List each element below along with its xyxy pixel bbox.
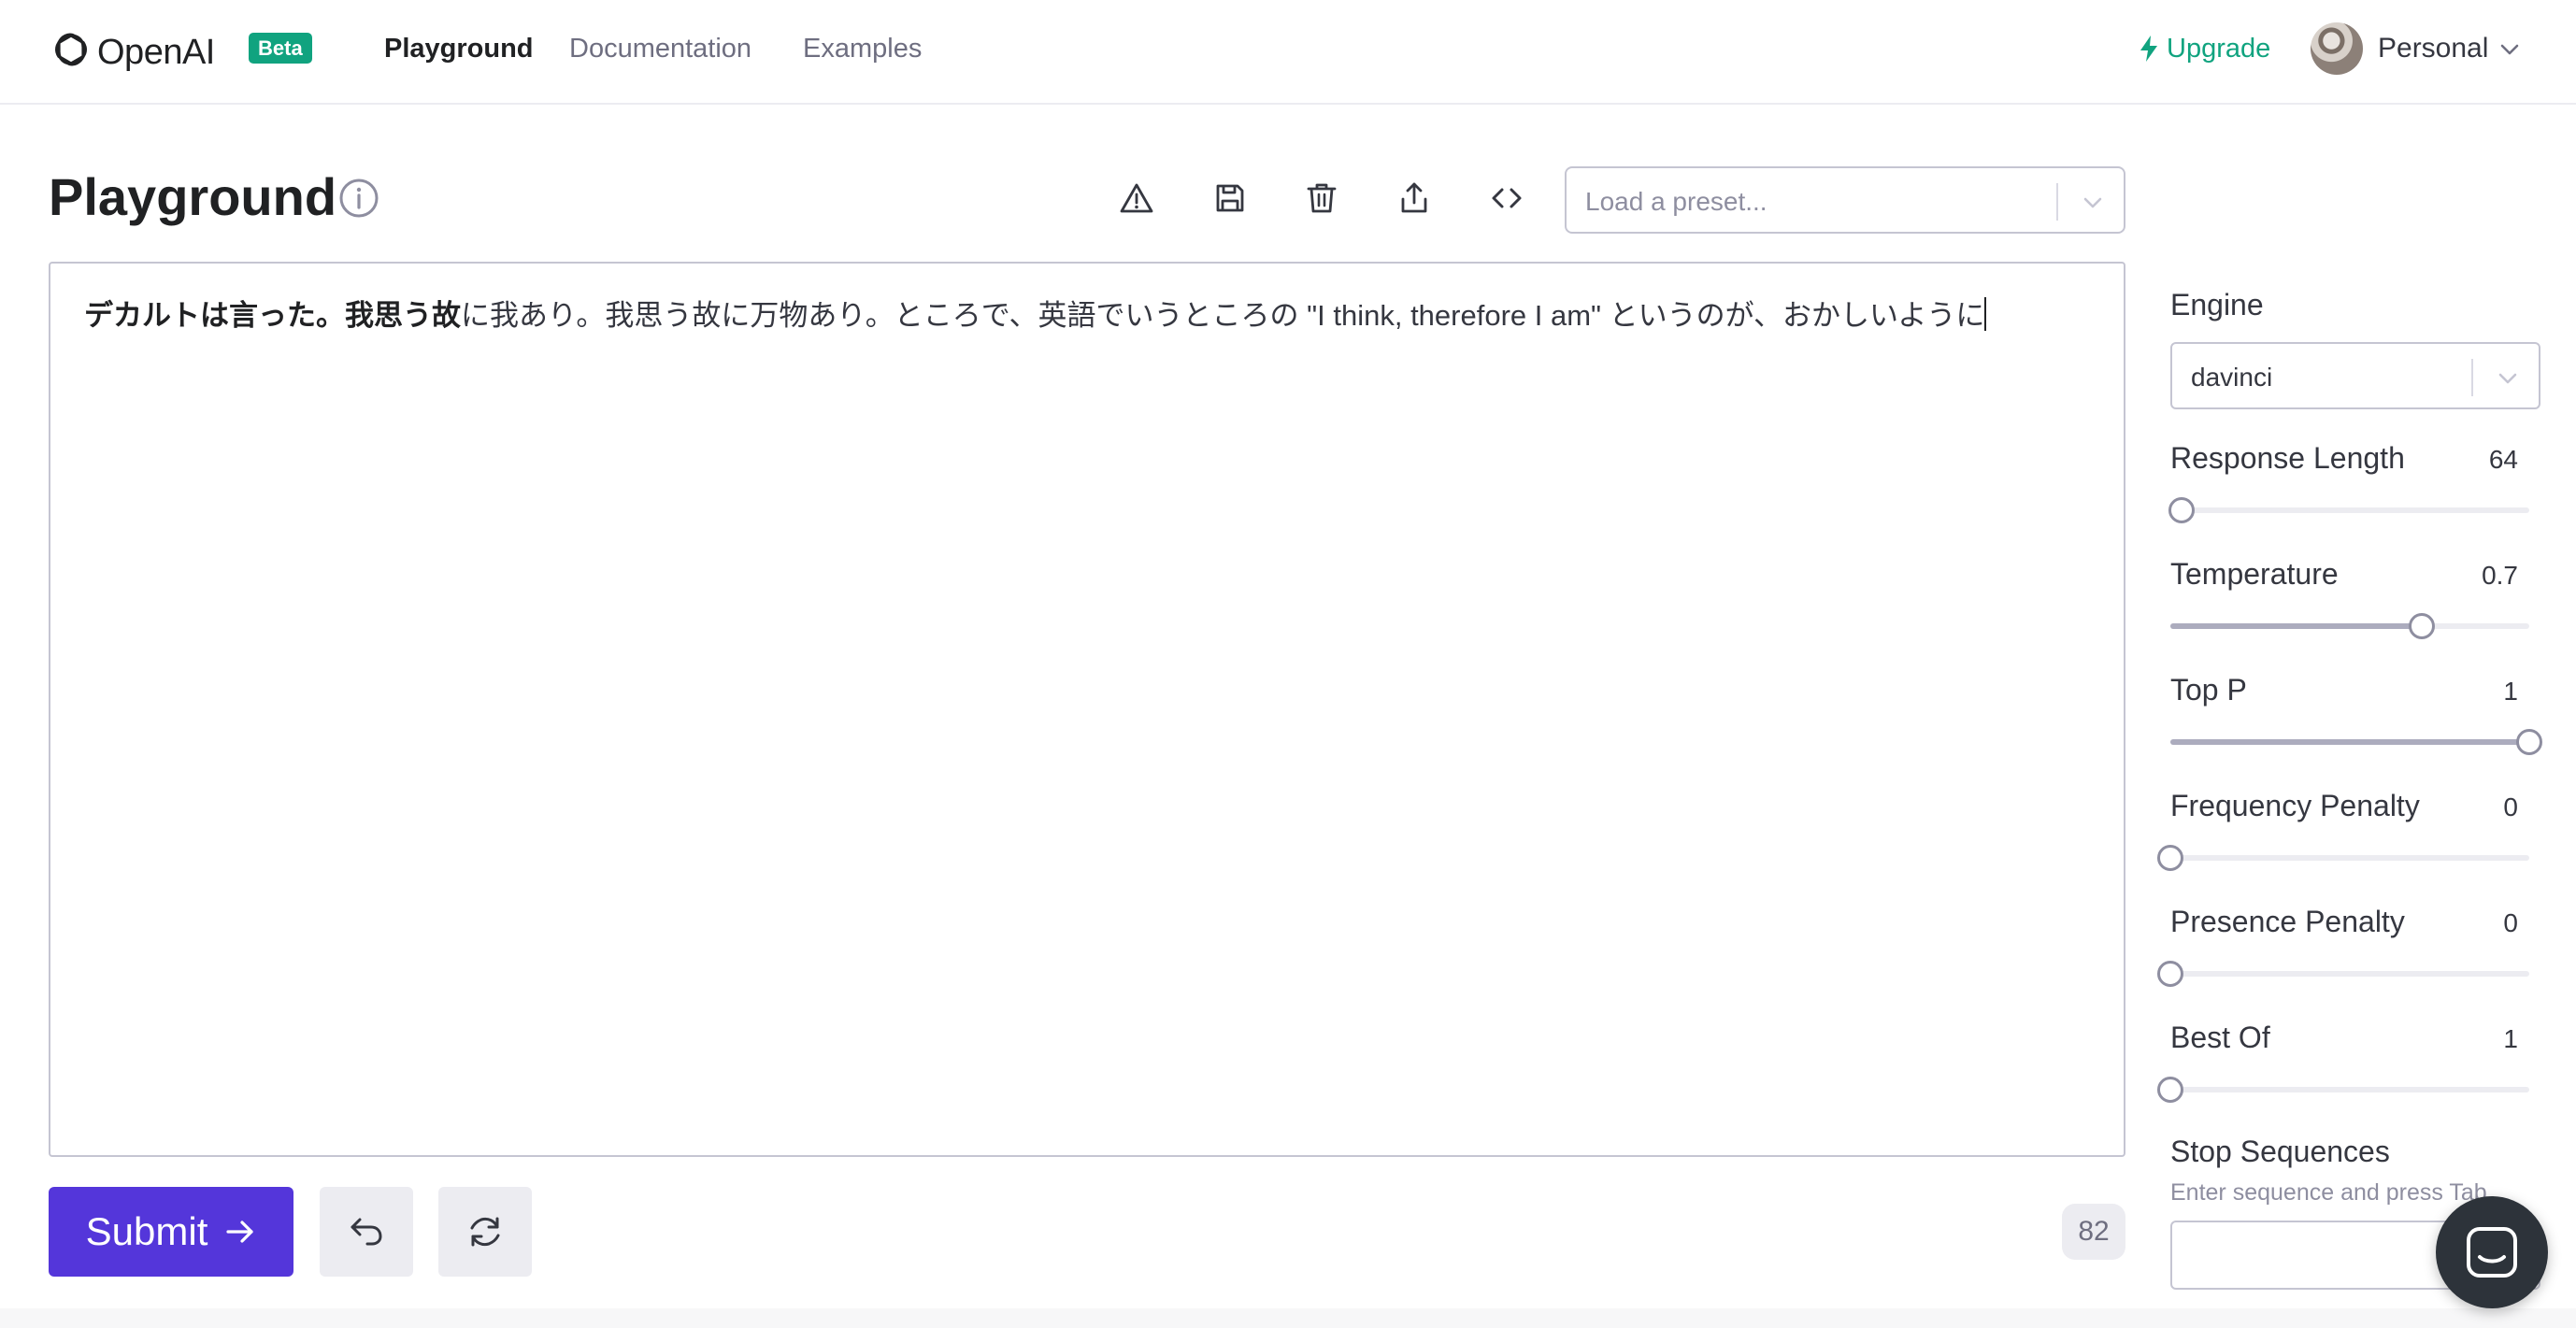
page-title: Playground — [49, 167, 337, 226]
top-p-slider[interactable] — [2170, 729, 2542, 755]
beta-badge: Beta — [249, 33, 312, 64]
preset-select[interactable]: Load a preset... — [1565, 166, 2125, 234]
share-button[interactable] — [1394, 178, 1435, 219]
brand-name: OpenAI — [97, 32, 215, 72]
engine-label: Engine — [2170, 288, 2264, 321]
save-icon — [1216, 184, 1244, 212]
top-p-label: Top P — [2170, 673, 2247, 707]
preset-divider — [2056, 183, 2058, 221]
engine-select[interactable]: davinci — [2170, 342, 2540, 409]
presence-penalty-value[interactable]: 0 — [2503, 903, 2518, 944]
upgrade-label: Upgrade — [2167, 34, 2271, 64]
nav-link-documentation[interactable]: Documentation — [569, 30, 751, 67]
chevron-down-icon[interactable] — [2497, 37, 2522, 62]
nav-link-playground[interactable]: Playground — [384, 30, 534, 67]
save-button[interactable] — [1209, 178, 1251, 219]
temperature-label: Temperature — [2170, 557, 2339, 591]
slider-track — [2170, 1087, 2529, 1092]
undo-icon — [351, 1218, 382, 1246]
content-warning-button[interactable] — [1116, 178, 1157, 219]
slider-fill — [2170, 739, 2529, 745]
brand-logo[interactable]: OpenAI — [49, 26, 215, 79]
slider-thumb[interactable] — [2516, 729, 2542, 755]
best-of-label: Best Of — [2170, 1021, 2270, 1054]
chat-launcher-button[interactable] — [2436, 1196, 2548, 1308]
response-length-value[interactable]: 64 — [2489, 439, 2518, 480]
slider-thumb[interactable] — [2168, 497, 2195, 523]
account-menu-label[interactable]: Personal — [2378, 30, 2488, 67]
page-bottom-strip — [0, 1308, 2576, 1328]
prompt-text[interactable]: デカルトは言った。我思う故に我あり。我思う故に万物あり。ところで、英語でいうとこ… — [84, 293, 1987, 338]
response-length-slider[interactable] — [2168, 497, 2529, 523]
nav-link-examples[interactable]: Examples — [803, 30, 922, 67]
best-of-slider[interactable] — [2157, 1077, 2529, 1103]
top-p-value[interactable]: 1 — [2503, 671, 2518, 712]
regenerate-button[interactable] — [438, 1187, 532, 1277]
prompt-editor[interactable]: デカルトは言った。我思う故に我あり。我思う故に万物あり。ところで、英語でいうとこ… — [49, 262, 2125, 1157]
presence-penalty-label: Presence Penalty — [2170, 905, 2405, 938]
refresh-icon — [470, 1217, 500, 1247]
chat-icon — [2467, 1227, 2517, 1278]
slider-thumb[interactable] — [2157, 1077, 2183, 1103]
undo-button[interactable] — [320, 1187, 413, 1277]
openai-logo-icon — [55, 33, 87, 66]
text-caret — [1984, 297, 1987, 331]
temperature-slider[interactable] — [2170, 613, 2529, 639]
chevron-down-icon — [2083, 197, 2102, 208]
best-of-value[interactable]: 1 — [2503, 1019, 2518, 1060]
arrow-right-icon — [226, 1221, 253, 1243]
submit-button[interactable]: Submit — [49, 1187, 293, 1277]
view-code-button[interactable] — [1486, 178, 1527, 219]
slider-fill — [2170, 623, 2422, 629]
slider-track — [2170, 855, 2529, 861]
code-icon — [1492, 188, 1522, 208]
prompt-text-bold: デカルトは言った。我思う故 — [84, 299, 461, 332]
prompt-text-plain: に我あり。我思う故に万物あり。ところで、英語でいうところの "I think, … — [461, 299, 1985, 332]
stop-sequences-label: Stop Sequences — [2170, 1135, 2390, 1168]
top-navigation: OpenAI Beta Playground Documentation Exa… — [0, 0, 2576, 105]
frequency-penalty-value[interactable]: 0 — [2503, 787, 2518, 828]
response-length-label: Response Length — [2170, 441, 2405, 475]
slider-thumb[interactable] — [2408, 613, 2435, 639]
token-count-badge: 82 — [2062, 1204, 2125, 1260]
trash-icon — [1307, 183, 1337, 213]
info-icon[interactable] — [338, 178, 379, 219]
stop-sequences-hint: Enter sequence and press Tab — [2170, 1179, 2487, 1206]
engine-divider — [2471, 359, 2473, 396]
warning-icon — [1120, 183, 1153, 213]
slider-track — [2170, 507, 2529, 513]
preset-placeholder: Load a preset... — [1585, 187, 1767, 216]
chevron-down-icon — [2498, 373, 2517, 384]
frequency-penalty-slider[interactable] — [2157, 845, 2529, 871]
temperature-value[interactable]: 0.7 — [2482, 555, 2518, 596]
submit-label: Submit — [85, 1209, 208, 1253]
slider-track — [2170, 971, 2529, 977]
share-icon — [1401, 182, 1427, 213]
engine-value: davinci — [2191, 363, 2273, 392]
lightning-icon — [2140, 36, 2157, 62]
delete-button[interactable] — [1301, 178, 1342, 219]
presence-penalty-slider[interactable] — [2157, 961, 2529, 987]
upgrade-link[interactable]: Upgrade — [2139, 30, 2270, 67]
slider-thumb[interactable] — [2157, 961, 2183, 987]
slider-thumb[interactable] — [2157, 845, 2183, 871]
frequency-penalty-label: Frequency Penalty — [2170, 789, 2420, 822]
avatar[interactable] — [2311, 22, 2363, 75]
